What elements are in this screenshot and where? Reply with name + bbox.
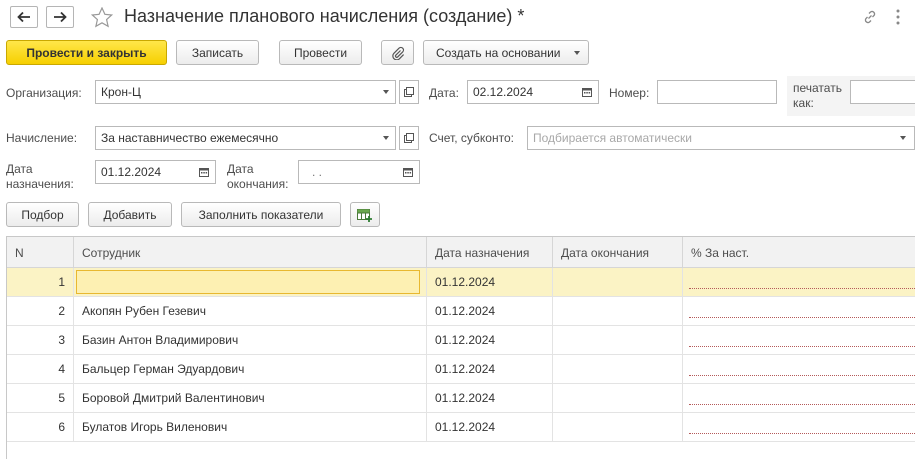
assign-date-field[interactable]: 01.12.2024 xyxy=(95,160,216,184)
table-row[interactable]: 2 Акопян Рубен Гезевич 01.12.2024 xyxy=(7,297,915,326)
number-label: Номер: xyxy=(609,86,650,100)
number-field[interactable] xyxy=(657,80,777,104)
window-title: Назначение планового начисления (создани… xyxy=(124,6,525,26)
end-date-cell[interactable] xyxy=(553,384,683,412)
row-number: 5 xyxy=(7,384,74,412)
row-number: 3 xyxy=(7,326,74,354)
select-button[interactable]: Подбор xyxy=(6,202,79,227)
date-value: 02.12.2024 xyxy=(473,85,534,99)
calendar-icon[interactable] xyxy=(576,81,598,103)
create-based-on-button[interactable]: Создать на основании xyxy=(423,40,589,65)
accrual-open-button[interactable] xyxy=(399,126,419,150)
assign-date-value: 01.12.2024 xyxy=(101,165,162,179)
end-date-field[interactable]: . . xyxy=(298,160,420,184)
accrual-dropdown-icon[interactable] xyxy=(377,127,395,149)
assign-date-label: Дата назначения: xyxy=(6,162,74,191)
assign-date-cell[interactable]: 01.12.2024 xyxy=(427,413,553,441)
attach-button[interactable] xyxy=(381,40,414,65)
calendar-icon[interactable] xyxy=(193,161,215,183)
table-row[interactable]: 4 Бальцер Герман Эдуардович 01.12.2024 xyxy=(7,355,915,384)
table-header: N Сотрудник Дата назначения Дата окончан… xyxy=(7,237,915,268)
save-button[interactable]: Записать xyxy=(176,40,259,65)
add-button[interactable]: Добавить xyxy=(88,202,172,227)
employee-cell-active[interactable] xyxy=(74,268,427,296)
end-date-cell[interactable] xyxy=(553,355,683,383)
table-row[interactable]: 5 Боровой Дмитрий Валентинович 01.12.202… xyxy=(7,384,915,413)
employee-cell[interactable]: Булатов Игорь Виленович xyxy=(74,413,427,441)
column-header-assign-date[interactable]: Дата назначения xyxy=(427,237,553,268)
end-date-cell[interactable] xyxy=(553,413,683,441)
assign-date-cell[interactable]: 01.12.2024 xyxy=(427,297,553,325)
percent-cell[interactable] xyxy=(683,413,915,441)
post-button[interactable]: Провести xyxy=(279,40,362,65)
end-date-label: Дата окончания: xyxy=(227,162,289,191)
forward-button[interactable] xyxy=(46,6,74,28)
organization-value: Крон-Ц xyxy=(101,85,141,99)
column-header-percent[interactable]: % За наст. xyxy=(683,237,915,268)
date-field[interactable]: 02.12.2024 xyxy=(467,80,599,104)
percent-cell[interactable] xyxy=(683,355,915,383)
percent-cell[interactable] xyxy=(683,326,915,354)
arrow-left-icon xyxy=(17,11,30,23)
accrual-field[interactable]: За наставничество ежемесячно xyxy=(95,126,396,150)
assign-date-cell[interactable]: 01.12.2024 xyxy=(427,268,553,296)
print-as-label: печатать как: xyxy=(793,81,842,110)
assign-date-cell[interactable]: 01.12.2024 xyxy=(427,355,553,383)
favorite-star-icon[interactable] xyxy=(90,5,114,29)
date-label: Дата: xyxy=(429,86,459,100)
chevron-down-icon xyxy=(574,51,580,55)
link-icon[interactable] xyxy=(860,7,880,27)
accrual-value: За наставничество ежемесячно xyxy=(101,131,279,145)
column-header-end-date[interactable]: Дата окончания xyxy=(553,237,683,268)
organization-open-button[interactable] xyxy=(399,80,419,104)
percent-cell[interactable] xyxy=(683,268,915,296)
end-date-cell[interactable] xyxy=(553,297,683,325)
employees-table: N Сотрудник Дата назначения Дата окончан… xyxy=(6,236,915,459)
end-date-cell[interactable] xyxy=(553,326,683,354)
account-field[interactable]: Подбирается автоматически xyxy=(527,126,915,150)
table-row[interactable]: 6 Булатов Игорь Виленович 01.12.2024 xyxy=(7,413,915,442)
column-header-n[interactable]: N xyxy=(7,237,74,268)
calendar-icon[interactable] xyxy=(397,161,419,183)
column-header-employee[interactable]: Сотрудник xyxy=(74,237,427,268)
more-menu-icon[interactable] xyxy=(888,7,908,27)
account-dropdown-icon[interactable] xyxy=(894,127,912,149)
assign-date-cell[interactable]: 01.12.2024 xyxy=(427,326,553,354)
employee-cell[interactable]: Боровой Дмитрий Валентинович xyxy=(74,384,427,412)
post-and-close-button[interactable]: Провести и закрыть xyxy=(6,40,167,65)
create-based-on-label: Создать на основании xyxy=(436,45,561,60)
assign-date-cell[interactable]: 01.12.2024 xyxy=(427,384,553,412)
table-row[interactable]: 1 01.12.2024 xyxy=(7,268,915,297)
print-as-field[interactable] xyxy=(850,80,915,104)
table-grid-icon xyxy=(357,208,372,222)
arrow-right-icon xyxy=(54,11,67,23)
organization-dropdown-icon[interactable] xyxy=(377,81,395,103)
open-window-icon xyxy=(404,133,414,143)
fill-indicators-button[interactable]: Заполнить показатели xyxy=(181,202,341,227)
accrual-label: Начисление: xyxy=(6,131,78,145)
row-number: 4 xyxy=(7,355,74,383)
employee-cell[interactable]: Акопян Рубен Гезевич xyxy=(74,297,427,325)
end-date-cell[interactable] xyxy=(553,268,683,296)
row-number: 6 xyxy=(7,413,74,441)
percent-cell[interactable] xyxy=(683,384,915,412)
employee-cell[interactable]: Бальцер Герман Эдуардович xyxy=(74,355,427,383)
employee-cell[interactable]: Базин Антон Владимирович xyxy=(74,326,427,354)
open-window-icon xyxy=(404,87,414,97)
back-button[interactable] xyxy=(10,6,38,28)
percent-cell[interactable] xyxy=(683,297,915,325)
row-number: 2 xyxy=(7,297,74,325)
organization-field[interactable]: Крон-Ц xyxy=(95,80,396,104)
account-placeholder: Подбирается автоматически xyxy=(533,131,692,145)
table-settings-button[interactable] xyxy=(350,202,380,227)
account-label: Счет, субконто: xyxy=(429,131,514,145)
organization-label: Организация: xyxy=(6,86,82,100)
end-date-value: . . xyxy=(312,165,323,179)
paperclip-icon xyxy=(391,46,404,60)
row-number: 1 xyxy=(7,268,74,296)
employee-input[interactable] xyxy=(76,270,420,294)
table-row[interactable]: 3 Базин Антон Владимирович 01.12.2024 xyxy=(7,326,915,355)
